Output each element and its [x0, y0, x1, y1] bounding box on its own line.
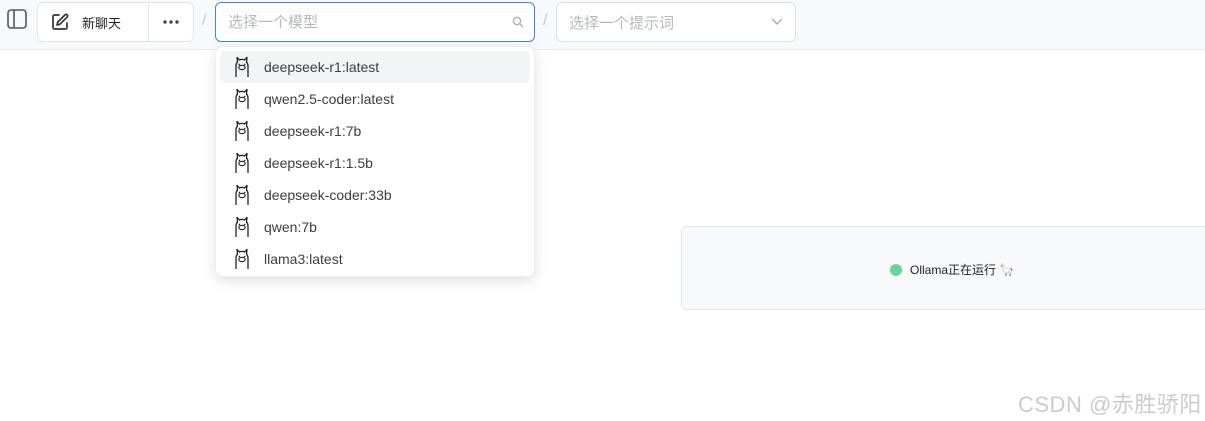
new-chat-button[interactable]: 新聊天 — [38, 3, 149, 41]
edit-icon — [52, 13, 69, 30]
model-option-label: qwen2.5-coder:latest — [264, 91, 394, 107]
model-option[interactable]: llama3:latest — [220, 243, 530, 275]
chevron-down-icon — [771, 18, 783, 25]
sidebar-toggle-icon[interactable] — [6, 8, 28, 30]
status-text: Ollama正在运行 🦙 — [910, 263, 1015, 277]
llama-icon — [235, 184, 249, 205]
llama-icon — [235, 88, 249, 109]
model-search-input[interactable] — [228, 13, 512, 31]
search-icon — [512, 16, 524, 28]
model-option[interactable]: qwen:7b — [220, 211, 530, 243]
model-option-label: qwen:7b — [264, 219, 317, 235]
prompt-select-placeholder: 选择一个提示词 — [569, 14, 675, 32]
llama-icon — [235, 120, 249, 141]
llama-emoji-icon: 🦙 — [999, 263, 1015, 277]
model-option[interactable]: qwen2.5-coder:latest — [220, 83, 530, 115]
model-option[interactable]: deepseek-r1:1.5b — [220, 147, 530, 179]
breadcrumb-separator: / — [543, 12, 548, 29]
ollama-status: Ollama正在运行 🦙 — [890, 261, 1014, 278]
watermark: CSDN @赤胜骄阳 — [1018, 392, 1202, 417]
top-toolbar: 新聊天 / / 选择一个提示词 — [0, 0, 1205, 50]
model-option-label: deepseek-r1:latest — [264, 59, 380, 75]
breadcrumb-separator: / — [202, 12, 207, 29]
status-card: Ollama正在运行 🦙 — [681, 226, 1205, 310]
model-option-label: llama3:latest — [264, 251, 343, 267]
model-option[interactable]: deepseek-r1:7b — [220, 115, 530, 147]
prompt-select[interactable]: 选择一个提示词 — [556, 2, 796, 42]
model-option-label: deepseek-r1:1.5b — [264, 155, 373, 171]
llama-icon — [235, 216, 249, 237]
llama-icon — [235, 248, 249, 269]
more-icon — [163, 20, 179, 24]
more-options-button[interactable] — [149, 3, 193, 41]
model-option[interactable]: deepseek-r1:latest — [220, 51, 530, 83]
new-chat-label: 新聊天 — [82, 15, 122, 31]
model-select[interactable] — [215, 2, 535, 42]
model-dropdown: deepseek-r1:latest qwen2.5-coder:latest … — [215, 46, 535, 277]
status-dot-icon — [890, 263, 902, 276]
llama-icon — [235, 152, 249, 173]
model-option-label: deepseek-coder:33b — [264, 187, 392, 203]
llama-icon — [235, 56, 249, 77]
chat-button-group: 新聊天 — [37, 2, 194, 42]
model-option-label: deepseek-r1:7b — [264, 123, 362, 139]
model-option[interactable]: deepseek-coder:33b — [220, 179, 530, 211]
